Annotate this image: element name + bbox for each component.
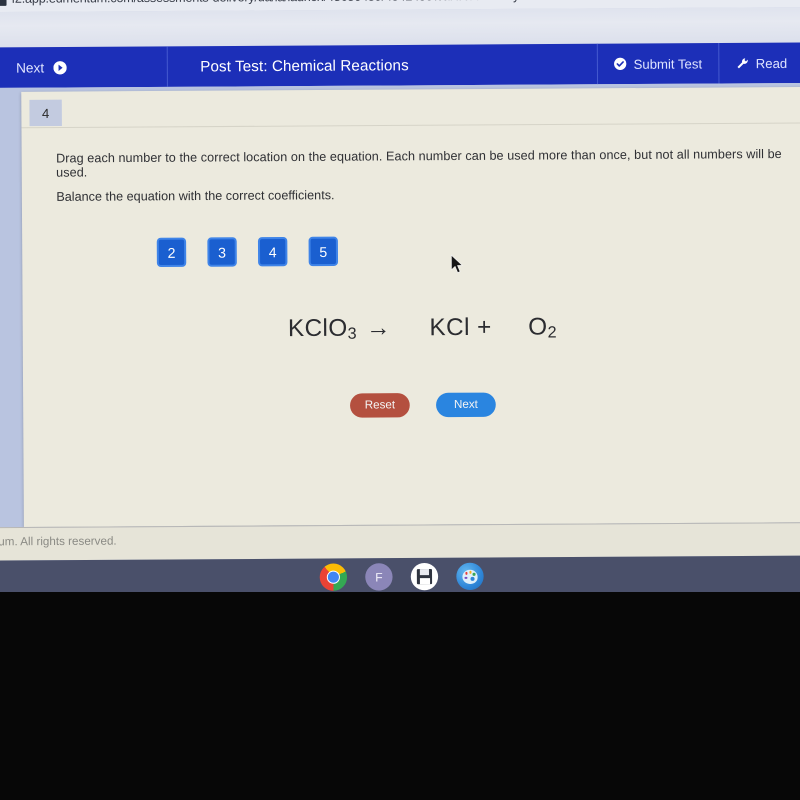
chrome-icon[interactable] <box>319 563 348 591</box>
reset-button[interactable]: Reset <box>349 393 410 418</box>
equation-arrow-icon: → <box>366 314 391 342</box>
question-number-row: 4 <box>21 86 800 129</box>
paint-palette-icon[interactable] <box>456 562 484 591</box>
question-card: 4 Drag each number to the correct locati… <box>21 86 800 527</box>
page-title: Post Test: Chemical Reactions <box>200 56 409 76</box>
reactant-subscript: 3 <box>347 325 358 343</box>
submit-test-label: Submit Test <box>633 55 703 72</box>
disk-glyph <box>416 569 433 585</box>
equation-reactant: KClO3 <box>288 314 357 342</box>
palette-dot <box>472 572 476 576</box>
question-instruction: Drag each number to the correct location… <box>56 146 782 180</box>
wrench-icon <box>735 57 748 70</box>
product2-formula: O <box>528 313 548 341</box>
nav-next-button[interactable]: Next <box>0 46 168 88</box>
question-sub-instruction: Balance the equation with the correct co… <box>56 188 335 204</box>
submit-test-button[interactable]: Submit Test <box>597 43 719 85</box>
os-taskbar: F <box>0 555 800 592</box>
reactant-formula: KClO <box>287 314 348 343</box>
url-text[interactable]: f2.app.edmentum.com/assessments-delivery… <box>12 0 800 6</box>
palette-glyph <box>462 569 478 584</box>
nav-right-actions: Submit Test Read <box>597 42 800 85</box>
app-nav-bar: Next Post Test: Chemical Reactions Submi… <box>0 42 800 88</box>
number-tile[interactable]: 3 <box>207 237 237 267</box>
chemical-equation: KClO3 → KCl + O2 <box>23 312 800 346</box>
question-number-badge: 4 <box>29 99 62 127</box>
copyright-text: ntum. All rights reserved. <box>0 535 117 549</box>
number-tile[interactable]: 2 <box>156 237 187 268</box>
next-button[interactable]: Next <box>435 392 496 418</box>
screen-bezel-dark-area <box>0 592 800 800</box>
product1-formula: KCl <box>429 313 470 342</box>
action-button-row: Reset Next <box>23 391 800 420</box>
tools-label: Read <box>755 55 788 71</box>
number-tile[interactable]: 4 <box>257 236 288 267</box>
palette-dot <box>464 571 468 575</box>
circle-arrow-right-icon <box>53 60 67 74</box>
browser-tab-favicon <box>0 0 7 6</box>
check-circle-icon <box>614 57 627 70</box>
tools-button[interactable]: Read <box>718 42 800 84</box>
palette-dot <box>468 570 472 574</box>
number-tile-tray: 2 3 4 5 <box>156 236 339 268</box>
browser-chrome-strip <box>0 7 800 48</box>
palette-thumb-hole <box>470 576 475 581</box>
f-app-icon[interactable]: F <box>365 563 393 591</box>
number-tile[interactable]: 5 <box>308 236 339 267</box>
save-disk-icon[interactable] <box>410 562 439 591</box>
product2: O2 <box>528 313 558 342</box>
equation-plus: + <box>476 313 492 342</box>
product2-subscript: 2 <box>547 324 558 342</box>
palette-dot <box>464 576 468 580</box>
monitor-screen: f2.app.edmentum.com/assessments-delivery… <box>0 0 800 592</box>
page-footer: ntum. All rights reserved. <box>0 522 800 561</box>
nav-next-label: Next <box>15 59 45 76</box>
